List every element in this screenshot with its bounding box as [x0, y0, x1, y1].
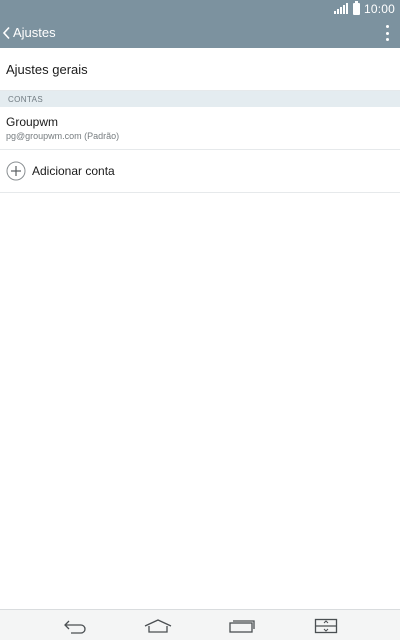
account-name: Groupwm: [6, 115, 59, 129]
add-account-item[interactable]: Adicionar conta: [0, 150, 400, 193]
page-title: Ajustes: [13, 25, 56, 40]
navigation-bar: [0, 609, 400, 640]
back-button[interactable]: Ajustes: [0, 17, 56, 48]
nav-dual-window-button[interactable]: [306, 610, 346, 640]
app-bar: Ajustes: [0, 17, 400, 48]
accounts-header-label: CONTAS: [8, 94, 44, 104]
nav-back-button[interactable]: [55, 610, 95, 640]
nav-recents-button[interactable]: [222, 610, 262, 640]
general-settings-label: Ajustes gerais: [6, 61, 88, 77]
signal-icon: [333, 3, 349, 14]
vertical-ellipsis-icon: [385, 25, 389, 28]
dual-window-icon: [314, 618, 338, 633]
plus-circle-icon: [6, 161, 26, 181]
chevron-left-icon: [2, 26, 10, 39]
recent-apps-icon: [229, 619, 255, 633]
nav-home-button[interactable]: [138, 610, 178, 640]
status-bar: 10:00: [0, 0, 400, 17]
settings-list: Ajustes gerais CONTAS Groupwm pg@groupwm…: [0, 48, 400, 193]
overflow-menu-button[interactable]: [383, 25, 391, 41]
status-time: 10:00: [363, 1, 395, 16]
general-settings-item[interactable]: Ajustes gerais: [0, 48, 400, 91]
back-arrow-icon: [64, 620, 86, 634]
home-icon: [144, 618, 172, 633]
battery-icon: [352, 0, 360, 15]
account-email: pg@groupwm.com (Padrão): [6, 131, 120, 141]
add-account-label: Adicionar conta: [32, 164, 115, 178]
accounts-section-header: CONTAS: [0, 91, 400, 107]
account-item[interactable]: Groupwm pg@groupwm.com (Padrão): [0, 107, 400, 150]
